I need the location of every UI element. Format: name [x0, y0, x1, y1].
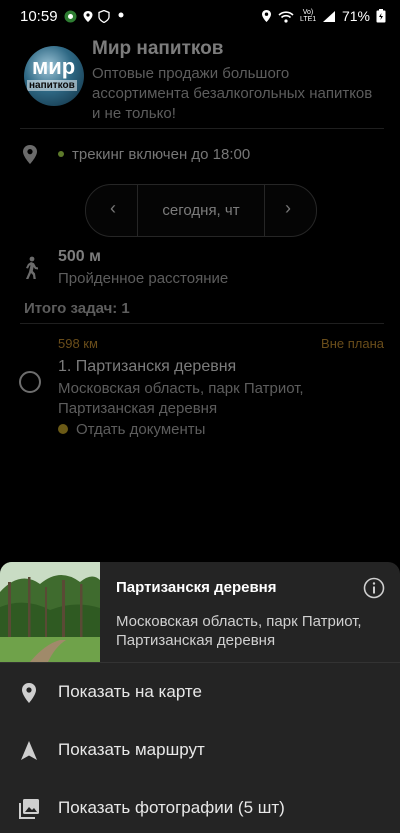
company-logo: мир напитков	[24, 46, 84, 106]
sheet-title: Партизанскя деревня	[116, 579, 277, 596]
tracking-status-dot	[58, 151, 64, 158]
signal-icon	[322, 10, 335, 22]
map-pin-icon	[22, 683, 36, 703]
status-bar: 10:59 Vo) LTE1 71%	[0, 0, 400, 34]
location-pin-icon	[23, 145, 37, 164]
task-address: Московская область, парк Патриот, Партиз…	[58, 380, 304, 417]
sheet-address: Московская область, парк Патриот, Партиз…	[116, 613, 362, 649]
distance-label: Пройденное расстояние	[58, 270, 229, 287]
shield-notification-icon	[98, 10, 110, 23]
network-type-label: Vo) LTE1	[299, 9, 317, 23]
show-photos-button[interactable]: Показать фотографии (5 шт)	[0, 779, 400, 833]
tracking-row: трекинг включен до 18:00	[20, 140, 384, 170]
current-date-label[interactable]: сегодня, чт	[138, 202, 264, 219]
task-item[interactable]: 598 км Вне плана 1. Партизанскя деревня …	[0, 330, 400, 450]
task-distance: 598 км	[58, 336, 98, 351]
tracking-status-text: трекинг включен до 18:00	[72, 146, 251, 163]
gps-status-icon	[261, 10, 271, 22]
task-complete-radio[interactable]	[19, 371, 41, 393]
task-title: 1. Партизанскя деревня	[58, 358, 237, 375]
walking-person-icon	[26, 256, 38, 279]
logo-text-bottom: напитков	[27, 80, 77, 91]
show-route-label: Показать маршрут	[58, 740, 205, 759]
maps-notification-icon	[64, 10, 77, 23]
show-route-button[interactable]: Показать маршрут	[0, 721, 400, 779]
company-header: мир напитков Мир напитков Оптовые продаж…	[0, 34, 400, 129]
logo-text-top: мир	[32, 54, 76, 79]
task-todo-dot	[58, 424, 68, 435]
location-photo[interactable]	[0, 562, 100, 662]
bottom-sheet: Партизанскя деревня Московская область, …	[0, 562, 400, 833]
more-notifications-dot-icon	[118, 12, 124, 18]
divider	[264, 185, 265, 236]
show-photos-label: Показать фотографии (5 шт)	[58, 798, 285, 817]
battery-icon	[376, 9, 386, 23]
navigation-arrow-icon	[21, 741, 37, 760]
divider	[20, 128, 384, 129]
wifi-icon	[278, 10, 294, 23]
tasks-total: Итого задач: 1	[24, 300, 130, 317]
info-icon[interactable]	[363, 577, 385, 599]
next-day-button[interactable]: ›	[278, 198, 298, 219]
task-todo-text: Отдать документы	[76, 421, 206, 438]
company-description: Оптовые продажи большого ассортимента бе…	[92, 65, 373, 122]
prev-day-button[interactable]: ‹	[103, 198, 123, 219]
distance-value: 500 м	[58, 248, 101, 265]
location-notification-icon	[83, 11, 93, 22]
battery-percent: 71%	[341, 8, 370, 24]
date-navigator: ‹ сегодня, чт ›	[85, 184, 317, 237]
task-plan-status: Вне плана	[321, 336, 384, 351]
status-time: 10:59	[20, 8, 58, 25]
show-on-map-label: Показать на карте	[58, 682, 202, 701]
divider	[20, 323, 384, 324]
company-name: Мир напитков	[92, 38, 224, 59]
photos-icon	[19, 799, 39, 819]
show-on-map-button[interactable]: Показать на карте	[0, 663, 400, 721]
